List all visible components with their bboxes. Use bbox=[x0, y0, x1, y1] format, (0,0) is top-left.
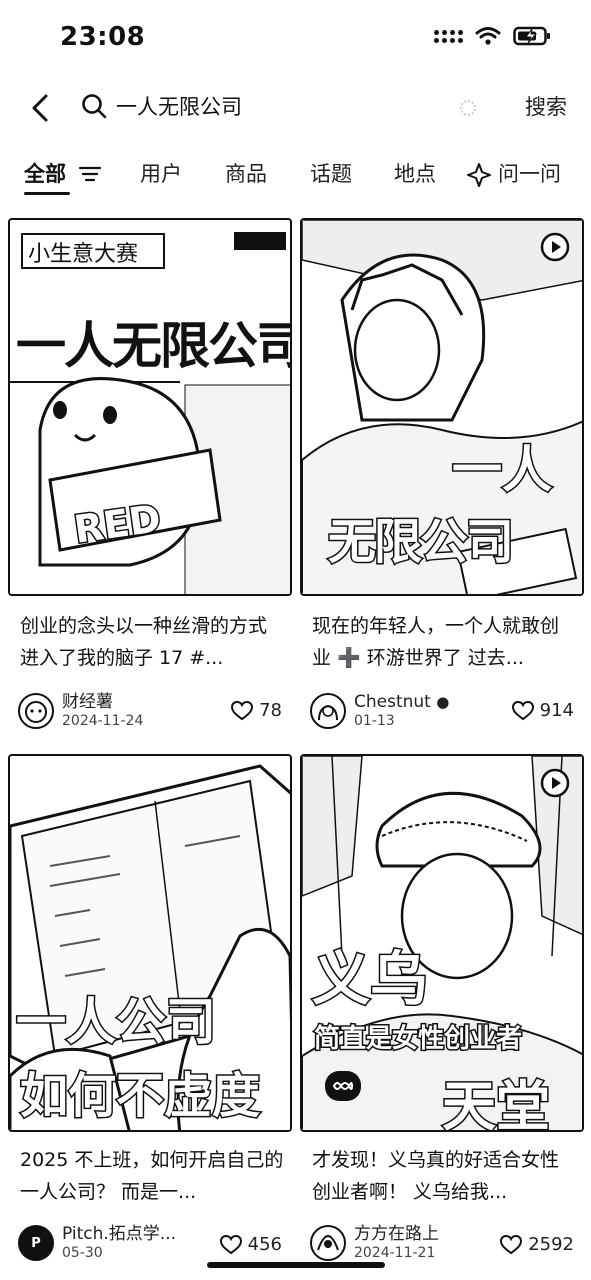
clear-search-icon[interactable] bbox=[460, 100, 476, 116]
note-card[interactable]: 义乌 简直是女性创业者 天堂 才发现！义乌真的好适合女性创业者啊！ 义乌给我..… bbox=[300, 754, 584, 1280]
avatar-face-icon bbox=[25, 701, 47, 723]
heart-icon bbox=[231, 700, 254, 720]
status-time: 23:08 bbox=[60, 22, 146, 52]
note-cover-image[interactable]: 一人 无限公司 bbox=[300, 218, 584, 596]
avatar[interactable] bbox=[310, 693, 346, 729]
cellular-signal-icon bbox=[434, 29, 463, 43]
note-title[interactable]: 现在的年轻人，一个人就敢创业 ➕ 环游世界了 过去... bbox=[312, 610, 576, 674]
search-icon bbox=[82, 94, 107, 119]
back-arrow-icon[interactable] bbox=[22, 88, 62, 128]
status-bar: 23:08 bbox=[0, 0, 591, 80]
tab-all[interactable]: 全部 bbox=[24, 158, 66, 188]
note-title[interactable]: 才发现！义乌真的好适合女性创业者啊！ 义乌给我... bbox=[312, 1144, 576, 1208]
home-indicator[interactable] bbox=[207, 1262, 385, 1268]
note-author[interactable]: Chestnut ● 01-13 bbox=[310, 692, 449, 730]
heart-icon bbox=[500, 1234, 523, 1254]
cover-headline-line1: 一人公司 bbox=[15, 992, 218, 1053]
note-author[interactable]: P Pitch.拓点学... 05-30 bbox=[18, 1224, 176, 1262]
search-header: 一人无限公司 搜索 bbox=[0, 80, 591, 136]
like-count: 456 bbox=[247, 1234, 282, 1255]
avatar[interactable]: P bbox=[18, 1225, 54, 1261]
note-card[interactable]: 一人 无限公司 现在的年轻人，一个人就敢创业 ➕ 环游世界了 过去... Che… bbox=[300, 218, 584, 743]
cover-headline-line2: 如何不虚度 bbox=[18, 1067, 261, 1126]
like-button[interactable]: 914 bbox=[511, 700, 574, 721]
tab-places[interactable]: 地点 bbox=[394, 158, 436, 188]
avatar[interactable] bbox=[18, 693, 54, 729]
note-title[interactable]: 2025 不上班，如何开启自己的一人公司？ 而是一... bbox=[20, 1144, 284, 1208]
note-cover-image[interactable]: 义乌 简直是女性创业者 天堂 bbox=[300, 754, 584, 1132]
note-cover-image[interactable]: 小生意大赛 一人无限公司 RED bbox=[8, 218, 292, 596]
cover-headline-line1: 一人 bbox=[451, 440, 554, 501]
author-name[interactable]: 方方在路上 bbox=[354, 1224, 439, 1244]
ask-sparkle-icon bbox=[467, 163, 491, 187]
note-cover-image[interactable]: 一人公司 如何不虚度 bbox=[8, 754, 292, 1132]
note-card[interactable]: 小生意大赛 一人无限公司 RED 创业的念头以一种丝滑的方式进入了我的脑子 17… bbox=[8, 218, 292, 743]
battery-charging-icon bbox=[513, 26, 550, 46]
like-button[interactable]: 2592 bbox=[500, 1234, 574, 1255]
video-play-icon bbox=[540, 768, 570, 798]
author-name[interactable]: Chestnut ● bbox=[354, 692, 449, 712]
avatar-portrait-icon bbox=[318, 704, 338, 721]
tab-products[interactable]: 商品 bbox=[225, 158, 267, 188]
cover-tag: 小生意大赛 bbox=[28, 242, 139, 267]
tab-topics[interactable]: 话题 bbox=[310, 158, 352, 188]
search-button[interactable]: 搜索 bbox=[525, 91, 567, 121]
tab-ask[interactable]: 问一问 bbox=[498, 158, 561, 188]
like-count: 914 bbox=[539, 700, 574, 721]
status-icons bbox=[434, 26, 551, 46]
globe-icon: ● bbox=[436, 693, 450, 711]
search-input[interactable]: 一人无限公司 bbox=[116, 91, 242, 121]
filter-icon[interactable] bbox=[78, 164, 102, 184]
cover-headline: 一人无限公司 bbox=[16, 317, 292, 375]
note-author[interactable]: 方方在路上 2024-11-21 bbox=[310, 1224, 439, 1262]
avatar[interactable] bbox=[310, 1225, 346, 1261]
post-date: 2024-11-24 bbox=[62, 713, 144, 729]
note-card[interactable]: 一人公司 如何不虚度 2025 不上班，如何开启自己的一人公司？ 而是一... … bbox=[8, 754, 292, 1280]
like-button[interactable]: 456 bbox=[219, 1234, 282, 1255]
cover-headline-line1: 义乌 bbox=[310, 944, 429, 1015]
note-title[interactable]: 创业的念头以一种丝滑的方式进入了我的脑子 17 #... bbox=[20, 610, 284, 674]
video-play-icon bbox=[540, 232, 570, 262]
avatar-portrait-icon bbox=[317, 1234, 339, 1251]
tab-users[interactable]: 用户 bbox=[140, 158, 182, 188]
infinity-icon bbox=[325, 1071, 361, 1101]
like-button[interactable]: 78 bbox=[231, 700, 282, 721]
post-date: 01-13 bbox=[354, 713, 395, 729]
like-count: 78 bbox=[259, 700, 282, 721]
post-date: 2024-11-21 bbox=[354, 1245, 436, 1261]
author-name[interactable]: 财经薯 bbox=[62, 692, 143, 712]
active-tab-indicator bbox=[24, 192, 70, 195]
heart-icon bbox=[219, 1234, 242, 1254]
search-result-tabs: 全部 用户 商品 话题 地点 问一问 bbox=[0, 148, 591, 200]
avatar-letter-icon: P bbox=[31, 1235, 41, 1251]
cover-headline-line3: 天堂 bbox=[441, 1074, 552, 1132]
heart-icon bbox=[511, 700, 534, 720]
cover-headline-line2: 无限公司 bbox=[326, 513, 515, 572]
like-count: 2592 bbox=[528, 1234, 574, 1255]
author-name[interactable]: Pitch.拓点学... bbox=[62, 1224, 176, 1244]
cover-headline-line2: 简直是女性创业者 bbox=[312, 1023, 523, 1056]
wifi-icon bbox=[475, 27, 501, 45]
post-date: 05-30 bbox=[62, 1245, 103, 1261]
note-author[interactable]: 财经薯 2024-11-24 bbox=[18, 692, 143, 730]
